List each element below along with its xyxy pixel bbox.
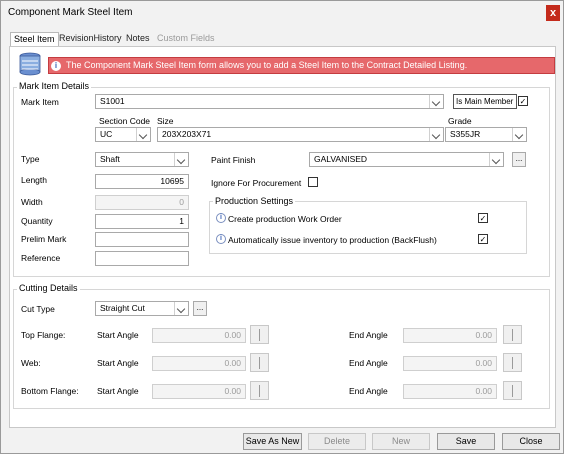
is-main-member-checkbox[interactable]: ✓	[518, 96, 528, 106]
close-button[interactable]: Close	[502, 433, 560, 450]
web-start-label: Start Angle	[97, 358, 139, 368]
tab-steel-item[interactable]: Steel Item	[10, 32, 59, 47]
bottom-flange-end-label: End Angle	[349, 386, 388, 396]
chevron-down-icon[interactable]	[136, 128, 150, 141]
top-flange-start-label: Start Angle	[97, 330, 139, 340]
quantity-input[interactable]: 1	[95, 214, 189, 229]
backflush-checkbox[interactable]: ✓	[478, 234, 488, 244]
type-value: Shaft	[100, 154, 120, 164]
chevron-down-icon[interactable]	[174, 302, 188, 315]
prelim-mark-label: Prelim Mark	[21, 234, 67, 244]
tab-custom-fields: Custom Fields	[157, 33, 215, 43]
mark-item-value: S1001	[100, 96, 125, 106]
paint-finish-browse-button[interactable]: ...	[512, 152, 526, 167]
tab-notes[interactable]: Notes	[123, 32, 153, 46]
paint-finish-label: Paint Finish	[211, 155, 256, 165]
web-end-label: End Angle	[349, 358, 388, 368]
size-label: Size	[157, 116, 174, 126]
info-banner: The Component Mark Steel Item form allow…	[48, 57, 555, 74]
chevron-down-icon[interactable]	[489, 153, 503, 166]
paint-finish-dropdown[interactable]: GALVANISED	[309, 152, 504, 167]
steel-item-form-icon	[17, 51, 43, 77]
chevron-down-icon[interactable]	[429, 95, 443, 108]
width-input: 0	[95, 195, 189, 210]
backflush-label: Automatically issue inventory to product…	[228, 235, 437, 245]
ignore-procurement-checkbox[interactable]	[308, 177, 318, 187]
size-value: 203X203X71	[162, 129, 212, 139]
is-main-member-label: Is Main Member	[456, 97, 514, 106]
bottom-flange-start-angle: 0.00	[152, 384, 246, 399]
production-settings-title: Production Settings	[213, 196, 296, 206]
web-end-angle: 0.00	[403, 356, 497, 371]
create-work-order-checkbox[interactable]: ✓	[478, 213, 488, 223]
type-label: Type	[21, 154, 40, 164]
top-flange-end-spinner	[503, 325, 522, 344]
is-main-member-box: Is Main Member	[453, 94, 517, 109]
size-dropdown[interactable]: 203X203X71	[157, 127, 444, 142]
length-input[interactable]: 10695	[95, 174, 189, 189]
window-title: Component Mark Steel Item	[8, 7, 133, 18]
new-button: New	[372, 433, 430, 450]
delete-button: Delete	[308, 433, 366, 450]
mark-item-details-title: Mark Item Details	[17, 81, 92, 91]
close-window-button[interactable]: x	[546, 5, 560, 21]
mark-item-label: Mark Item	[21, 97, 59, 107]
cut-type-label: Cut Type	[21, 304, 55, 314]
top-flange-start-spinner	[250, 325, 269, 344]
section-code-label: Section Code	[99, 116, 151, 126]
web-start-spinner	[250, 353, 269, 372]
section-code-dropdown[interactable]: UC	[95, 127, 151, 142]
save-as-new-button[interactable]: Save As New	[243, 433, 302, 450]
cut-type-value: Straight Cut	[100, 303, 145, 313]
production-settings-group	[209, 201, 527, 254]
bottom-flange-end-angle: 0.00	[403, 384, 497, 399]
reference-label: Reference	[21, 253, 61, 263]
dialog-window: Component Mark Steel Item x Steel Item R…	[0, 0, 564, 454]
type-dropdown[interactable]: Shaft	[95, 152, 189, 167]
grade-dropdown[interactable]: S355JR	[445, 127, 527, 142]
chevron-down-icon[interactable]	[429, 128, 443, 141]
paint-finish-value: GALVANISED	[314, 154, 368, 164]
title-bar: Component Mark Steel Item x	[1, 1, 563, 25]
section-code-value: UC	[100, 129, 113, 139]
create-work-order-label: Create production Work Order	[228, 214, 342, 224]
top-flange-label: Top Flange:	[21, 330, 66, 340]
mark-item-dropdown[interactable]: S1001	[95, 94, 444, 109]
help-icon: i	[216, 213, 226, 223]
web-start-angle: 0.00	[152, 356, 246, 371]
chevron-down-icon[interactable]	[174, 153, 188, 166]
info-icon: i	[51, 61, 61, 71]
width-label: Width	[21, 197, 43, 207]
quantity-label: Quantity	[21, 216, 53, 226]
web-label: Web:	[21, 358, 41, 368]
help-icon: i	[216, 234, 226, 244]
bottom-flange-end-spinner	[503, 381, 522, 400]
cut-type-browse-button[interactable]: ...	[193, 301, 207, 316]
bottom-flange-start-spinner	[250, 381, 269, 400]
grade-value: S355JR	[450, 129, 481, 139]
top-flange-end-label: End Angle	[349, 330, 388, 340]
length-label: Length	[21, 175, 47, 185]
save-button[interactable]: Save	[437, 433, 495, 450]
chevron-down-icon[interactable]	[512, 128, 526, 141]
prelim-mark-input[interactable]	[95, 232, 189, 247]
ignore-procurement-label: Ignore For Procurement	[211, 178, 302, 188]
cut-type-dropdown[interactable]: Straight Cut	[95, 301, 189, 316]
top-flange-start-angle: 0.00	[152, 328, 246, 343]
bottom-flange-start-label: Start Angle	[97, 386, 139, 396]
web-end-spinner	[503, 353, 522, 372]
bottom-flange-label: Bottom Flange:	[21, 386, 79, 396]
grade-label: Grade	[448, 116, 472, 126]
cutting-details-title: Cutting Details	[17, 283, 80, 293]
reference-input[interactable]	[95, 251, 189, 266]
tab-revision-history[interactable]: RevisionHistory	[56, 32, 125, 46]
top-flange-end-angle: 0.00	[403, 328, 497, 343]
